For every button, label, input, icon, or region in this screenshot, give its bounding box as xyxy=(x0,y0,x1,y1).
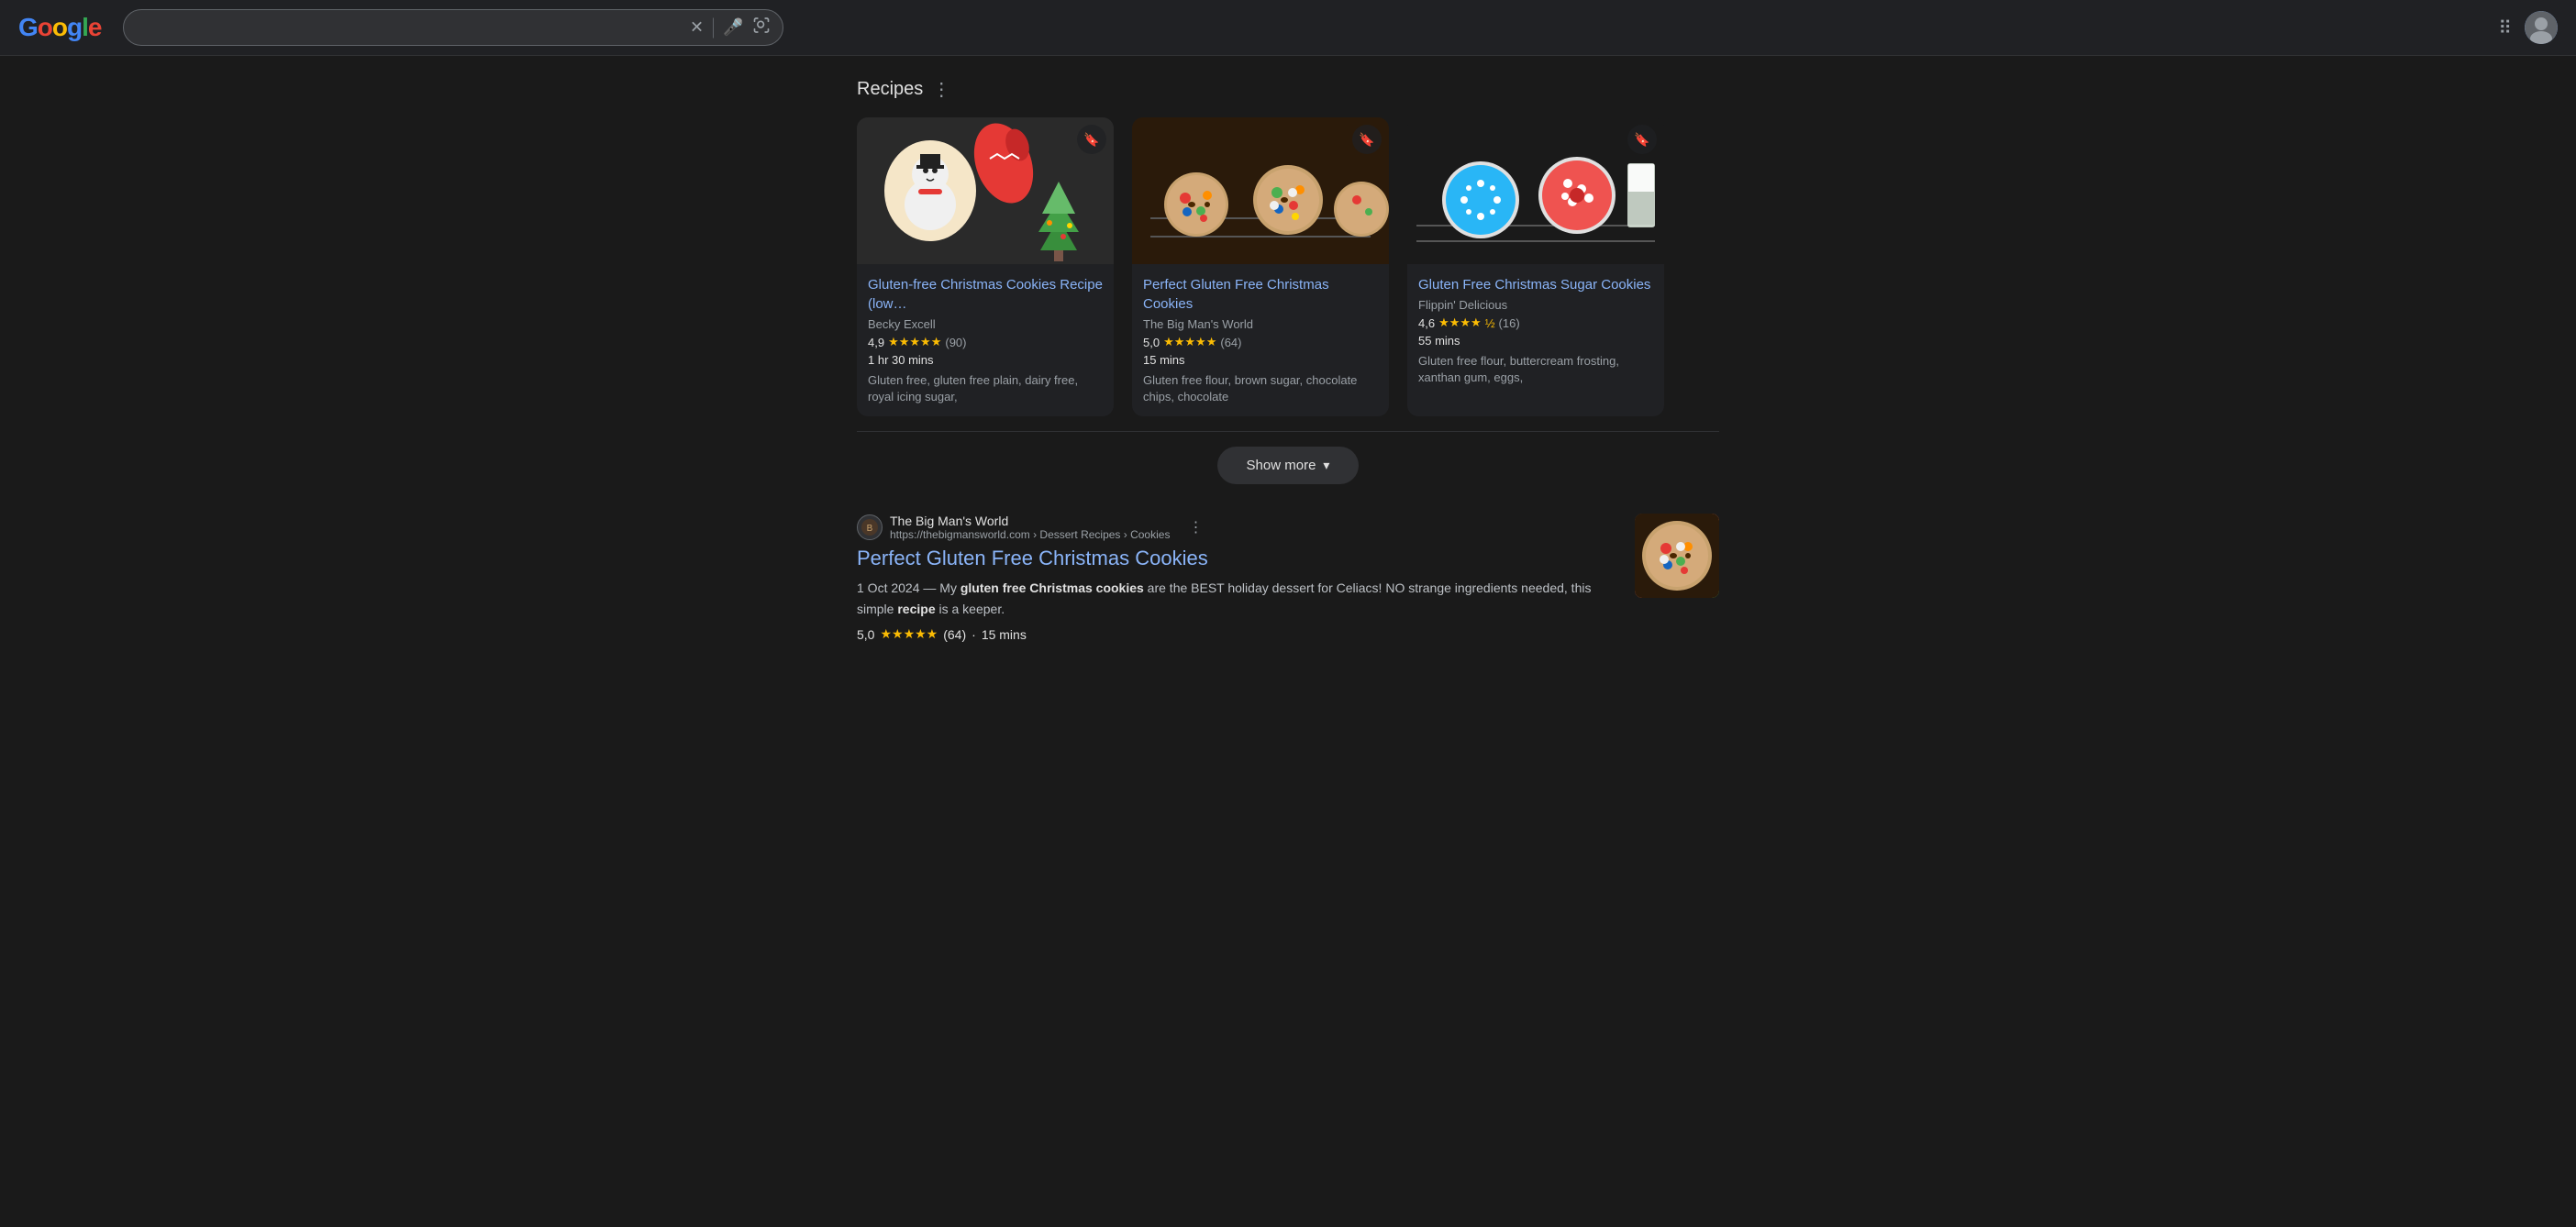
recipe-card[interactable]: 🔖 Gluten Free Christmas Sugar Cookies Fl… xyxy=(1407,117,1664,416)
result-bold-2: recipe xyxy=(897,602,935,616)
card-time: 55 mins xyxy=(1418,334,1653,348)
card-body: Gluten-free Christmas Cookies Recipe (lo… xyxy=(857,264,1114,416)
apps-button[interactable]: ⠿ xyxy=(2498,17,2512,39)
half-star-icon: ½ xyxy=(1485,316,1495,330)
card-image-wrapper: 🔖 xyxy=(1132,117,1389,264)
search-icons: ✕ 🎤 xyxy=(690,17,772,39)
result-menu-button[interactable]: ⋮ xyxy=(1184,514,1206,540)
source-name: The Big Man's World xyxy=(890,514,1170,528)
result-review-count: (64) xyxy=(943,627,966,642)
voice-search-button[interactable]: 🎤 xyxy=(723,18,743,38)
star-icons: ★★★★ xyxy=(1438,315,1482,330)
result-content: B The Big Man's World https://thebigmans… xyxy=(857,514,1620,642)
result-image[interactable] xyxy=(1635,514,1719,598)
recipe-cards-container: 🔖 Gluten-free Christmas Cookies Recipe (… xyxy=(857,117,1719,416)
result-date: 1 Oct 2024 xyxy=(857,580,920,595)
clear-search-button[interactable]: ✕ xyxy=(690,18,704,38)
chevron-down-icon: ▾ xyxy=(1323,458,1329,473)
card-ingredients: Gluten free flour, buttercream frosting,… xyxy=(1418,353,1653,386)
search-input[interactable]: gluten free christmas cookie recipes xyxy=(123,9,783,46)
recipes-section-header: Recipes ⋮ xyxy=(857,78,1719,101)
card-body: Gluten Free Christmas Sugar Cookies Flip… xyxy=(1407,264,1664,397)
google-logo[interactable]: Google xyxy=(18,13,101,42)
header: Google gluten free christmas cookie reci… xyxy=(0,0,2576,56)
card-time: 15 mins xyxy=(1143,353,1378,367)
show-more-wrapper: Show more ▾ xyxy=(857,447,1719,484)
card-rating: 4,6 ★★★★½ (16) xyxy=(1418,315,1653,330)
recipe-card[interactable]: 🔖 Gluten-free Christmas Cookies Recipe (… xyxy=(857,117,1114,416)
bookmark-icon: 🔖 xyxy=(1634,132,1649,148)
grid-icon: ⠿ xyxy=(2498,18,2512,39)
microphone-icon: 🎤 xyxy=(723,18,743,38)
search-bar-wrapper: gluten free christmas cookie recipes ✕ 🎤 xyxy=(123,9,783,46)
more-options-icon: ⋮ xyxy=(932,78,950,101)
result-time: 15 mins xyxy=(982,627,1027,642)
result-title[interactable]: Perfect Gluten Free Christmas Cookies xyxy=(857,547,1620,570)
bookmark-button[interactable]: 🔖 xyxy=(1627,125,1657,154)
recipes-title: Recipes xyxy=(857,79,923,100)
card-rating: 4,9 ★★★★★ (90) xyxy=(868,335,1103,349)
result-star-icons: ★★★★★ xyxy=(880,626,938,642)
bookmark-button[interactable]: 🔖 xyxy=(1352,125,1382,154)
source-favicon: B xyxy=(857,514,883,540)
rating-count: (16) xyxy=(1499,316,1520,330)
result-description-end: is a keeper. xyxy=(936,602,1005,616)
result-dot: · xyxy=(972,627,976,642)
card-ingredients: Gluten free, gluten free plain, dairy fr… xyxy=(868,372,1103,405)
result-source: B The Big Man's World https://thebigmans… xyxy=(857,514,1620,541)
close-icon: ✕ xyxy=(690,18,704,38)
separator xyxy=(857,431,1719,432)
card-source: The Big Man's World xyxy=(1143,317,1378,331)
recipes-more-options-button[interactable]: ⋮ xyxy=(932,78,950,101)
show-more-button[interactable]: Show more ▾ xyxy=(1217,447,1360,484)
result-bold-1: gluten free Christmas cookies xyxy=(960,580,1144,595)
result-rating-value: 5,0 xyxy=(857,627,874,642)
card-title: Perfect Gluten Free Christmas Cookies xyxy=(1143,275,1378,314)
rating-count: (90) xyxy=(945,336,966,349)
image-search-button[interactable] xyxy=(752,17,771,39)
main-content: Recipes ⋮ xyxy=(838,56,1738,679)
star-icons: ★★★★★ xyxy=(1163,335,1216,349)
card-source: Flippin' Delicious xyxy=(1418,298,1653,312)
card-title: Gluten Free Christmas Sugar Cookies xyxy=(1418,275,1653,294)
header-right: ⠿ xyxy=(2498,11,2558,44)
result-description-pre: — My xyxy=(923,580,960,595)
bookmark-icon: 🔖 xyxy=(1359,132,1374,148)
bookmark-icon: 🔖 xyxy=(1083,132,1099,148)
rating-value: 4,9 xyxy=(868,336,884,349)
result-meta: 5,0 ★★★★★ (64) · 15 mins xyxy=(857,626,1620,642)
rating-count: (64) xyxy=(1220,336,1241,349)
card-rating: 5,0 ★★★★★ (64) xyxy=(1143,335,1378,349)
card-body: Perfect Gluten Free Christmas Cookies Th… xyxy=(1132,264,1389,416)
divider xyxy=(713,17,714,38)
search-result: B The Big Man's World https://thebigmans… xyxy=(857,499,1719,657)
card-title: Gluten-free Christmas Cookies Recipe (lo… xyxy=(868,275,1103,314)
star-icons: ★★★★★ xyxy=(888,335,941,349)
recipe-card[interactable]: 🔖 Perfect Gluten Free Christmas Cookies … xyxy=(1132,117,1389,416)
avatar[interactable] xyxy=(2525,11,2558,44)
bookmark-button[interactable]: 🔖 xyxy=(1077,125,1106,154)
card-image-wrapper: 🔖 xyxy=(1407,117,1664,264)
camera-icon xyxy=(752,17,771,39)
source-url: https://thebigmansworld.com › Dessert Re… xyxy=(890,528,1170,541)
rating-value: 5,0 xyxy=(1143,336,1160,349)
card-time: 1 hr 30 mins xyxy=(868,353,1103,367)
more-options-icon: ⋮ xyxy=(1188,520,1203,536)
result-description: 1 Oct 2024 — My gluten free Christmas co… xyxy=(857,578,1620,619)
card-image-wrapper: 🔖 xyxy=(857,117,1114,264)
source-info: The Big Man's World https://thebigmanswo… xyxy=(890,514,1170,541)
rating-value: 4,6 xyxy=(1418,316,1435,330)
show-more-label: Show more xyxy=(1247,458,1316,473)
card-ingredients: Gluten free flour, brown sugar, chocolat… xyxy=(1143,372,1378,405)
card-source: Becky Excell xyxy=(868,317,1103,331)
svg-text:B: B xyxy=(867,524,873,534)
